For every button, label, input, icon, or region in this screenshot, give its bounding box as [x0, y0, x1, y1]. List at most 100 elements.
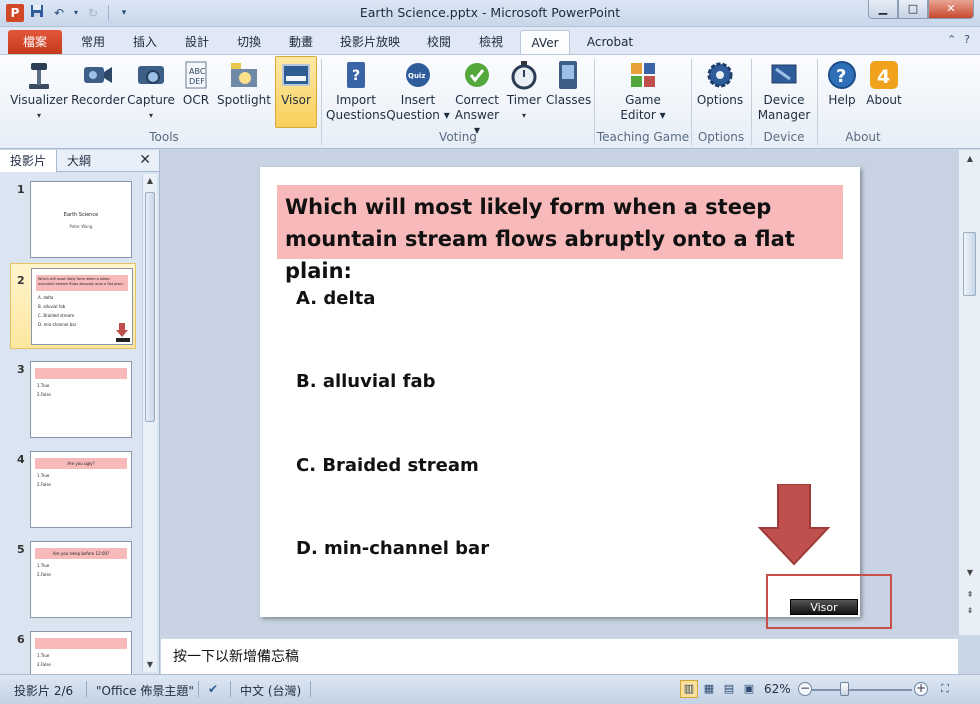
thumbnail-number: 1 [17, 183, 25, 196]
thumbnail-visor-button [116, 338, 130, 342]
notes-placeholder: 按一下以新增備忘稿 [173, 649, 299, 665]
correct-answer-button[interactable]: Correct Answer ▾ [450, 59, 504, 138]
tab-aver[interactable]: AVer [520, 30, 570, 54]
ribbon-right-controls: ⌃ ? [947, 33, 970, 46]
slides-pane-scrollbar[interactable]: ▲ ▼ [142, 174, 157, 672]
theme-name[interactable]: "Office 佈景主題" [96, 682, 194, 699]
scroll-down-icon[interactable]: ▼ [963, 566, 977, 580]
zoom-level[interactable]: 62% [764, 682, 791, 696]
thumbnail-option: 1.True [37, 383, 50, 388]
tab-outline[interactable]: 大綱 [57, 150, 101, 172]
scroll-up-icon[interactable]: ▲ [963, 152, 977, 166]
spotlight-button[interactable]: Spotlight [216, 59, 272, 108]
classes-label: Classes [546, 93, 592, 107]
zoom-in-icon[interactable]: + [914, 682, 928, 696]
device-manager-icon [768, 59, 800, 91]
help-button[interactable]: ? Help [822, 59, 862, 108]
scrollbar-thumb[interactable] [963, 232, 976, 296]
checkmark-icon [461, 59, 493, 91]
status-separator [198, 681, 199, 697]
tab-slideshow[interactable]: 投影片放映 [332, 30, 408, 54]
scroll-up-icon[interactable]: ▲ [143, 174, 157, 188]
visor-ribbon-button[interactable]: Visor [275, 56, 317, 128]
thumbnail-slide-3[interactable]: 3 1.True 2.False [0, 353, 142, 438]
options-button[interactable]: Options [696, 59, 744, 108]
previous-slide-icon[interactable]: ⇞ [963, 588, 977, 602]
status-separator [310, 681, 311, 697]
thumbnail-slide-5[interactable]: 5 Are you sleep before 12:00? 1.True 2.F… [0, 533, 142, 618]
highlight-rectangle [766, 574, 892, 629]
fit-slide-icon[interactable]: ⛶ [936, 680, 954, 698]
device-manager-label-2: Manager [757, 108, 811, 122]
thumbnail-slide-4[interactable]: 4 Are you ugly? 1.True 2.False [0, 443, 142, 528]
option-b[interactable]: B. alluvial fab [296, 371, 435, 392]
ocr-button[interactable]: ABC DEF OCR [180, 59, 212, 108]
current-slide[interactable]: Which will most likely form when a steep… [260, 167, 860, 617]
zoom-out-icon[interactable]: − [798, 682, 812, 696]
zoom-slider-track[interactable] [812, 689, 912, 691]
zoom-slider-knob[interactable] [840, 682, 849, 696]
game-editor-button[interactable]: Game Editor ▾ [600, 59, 686, 123]
about-button[interactable]: 4 About [862, 59, 906, 108]
slide-vertical-scrollbar[interactable]: ▲ ▼ ⇞ ⇟ [958, 150, 980, 635]
thumbnail-option: 2.False [37, 392, 51, 397]
insert-question-button[interactable]: Quiz Insert Question ▾ [386, 59, 450, 123]
recorder-label: Recorder [71, 93, 125, 107]
close-button[interactable]: ✕ [928, 0, 974, 19]
timer-button[interactable]: Timer ▾ [504, 59, 544, 123]
option-a[interactable]: A. delta [296, 288, 375, 309]
scroll-down-icon[interactable]: ▼ [143, 658, 157, 672]
reading-view-icon[interactable]: ▤ [720, 680, 738, 698]
import-questions-button[interactable]: ? Import Questions [326, 59, 386, 123]
options-label: Options [696, 93, 744, 107]
notes-pane[interactable]: 按一下以新增備忘稿 [161, 636, 958, 674]
down-arrow-icon [758, 484, 830, 566]
import-questions-label-2: Questions [326, 108, 386, 122]
maximize-button[interactable]: □ [898, 0, 928, 19]
thumbnail-image: Are you sleep before 12:00? 1.True 2.Fal… [30, 541, 132, 618]
tab-file[interactable]: 檔案 [8, 30, 62, 54]
close-pane-icon[interactable]: ✕ [139, 152, 151, 168]
group-label-options: Options [697, 130, 745, 144]
classes-button[interactable]: Classes [546, 59, 592, 108]
thumbnail-slide-2[interactable]: 2 Which will most likely form when a ste… [10, 263, 136, 349]
language[interactable]: 中文 (台灣) [240, 682, 301, 699]
tab-review[interactable]: 校閱 [418, 30, 460, 54]
scrollbar-thumb[interactable] [145, 192, 155, 422]
thumbnail-subtitle: Peter Wang [69, 224, 93, 229]
thumbnail-number: 3 [17, 363, 25, 376]
question-box[interactable]: Which will most likely form when a steep… [277, 185, 843, 283]
slides-pane: 投影片 大綱 ✕ 1 Earth Science Peter Wang 2 Wh… [0, 149, 160, 674]
help-icon[interactable]: ? [964, 33, 970, 46]
recorder-button[interactable]: Recorder [70, 59, 126, 108]
thumbnail-slide-6[interactable]: 6 1.True 2.False [0, 623, 142, 674]
thumbnail-slide-1[interactable]: 1 Earth Science Peter Wang [0, 173, 142, 258]
minimize-button[interactable]: ▁ [868, 0, 898, 19]
minimize-ribbon-icon[interactable]: ⌃ [947, 33, 956, 46]
help-label: Help [828, 93, 856, 107]
next-slide-icon[interactable]: ⇟ [963, 604, 977, 618]
spell-check-icon[interactable]: ✔ [208, 682, 218, 696]
tab-insert[interactable]: 插入 [124, 30, 166, 54]
tab-design[interactable]: 設計 [176, 30, 218, 54]
tab-view[interactable]: 檢視 [470, 30, 512, 54]
visualizer-button[interactable]: Visualizer ▾ [8, 59, 70, 123]
capture-button[interactable]: Capture ▾ [126, 59, 176, 123]
slideshow-view-icon[interactable]: ▣ [740, 680, 758, 698]
tab-acrobat[interactable]: Acrobat [580, 30, 640, 54]
option-c[interactable]: C. Braided stream [296, 455, 479, 476]
device-manager-button[interactable]: Device Manager [756, 59, 812, 123]
tab-transitions[interactable]: 切換 [228, 30, 270, 54]
slide-sorter-icon[interactable]: ▦ [700, 680, 718, 698]
tab-home[interactable]: 常用 [72, 30, 114, 54]
window-title: Earth Science.pptx - Microsoft PowerPoin… [359, 5, 621, 20]
thumbnail-question-bar: Which will most likely form when a steep… [36, 275, 128, 291]
svg-text:?: ? [352, 68, 360, 84]
normal-view-icon[interactable]: ▥ [680, 680, 698, 698]
spotlight-icon [228, 59, 260, 91]
option-d[interactable]: D. min-channel bar [296, 538, 489, 559]
tab-slides[interactable]: 投影片 [0, 149, 58, 172]
group-separator [321, 59, 322, 145]
thumbnail-number: 4 [17, 453, 25, 466]
tab-animations[interactable]: 動畫 [280, 30, 322, 54]
